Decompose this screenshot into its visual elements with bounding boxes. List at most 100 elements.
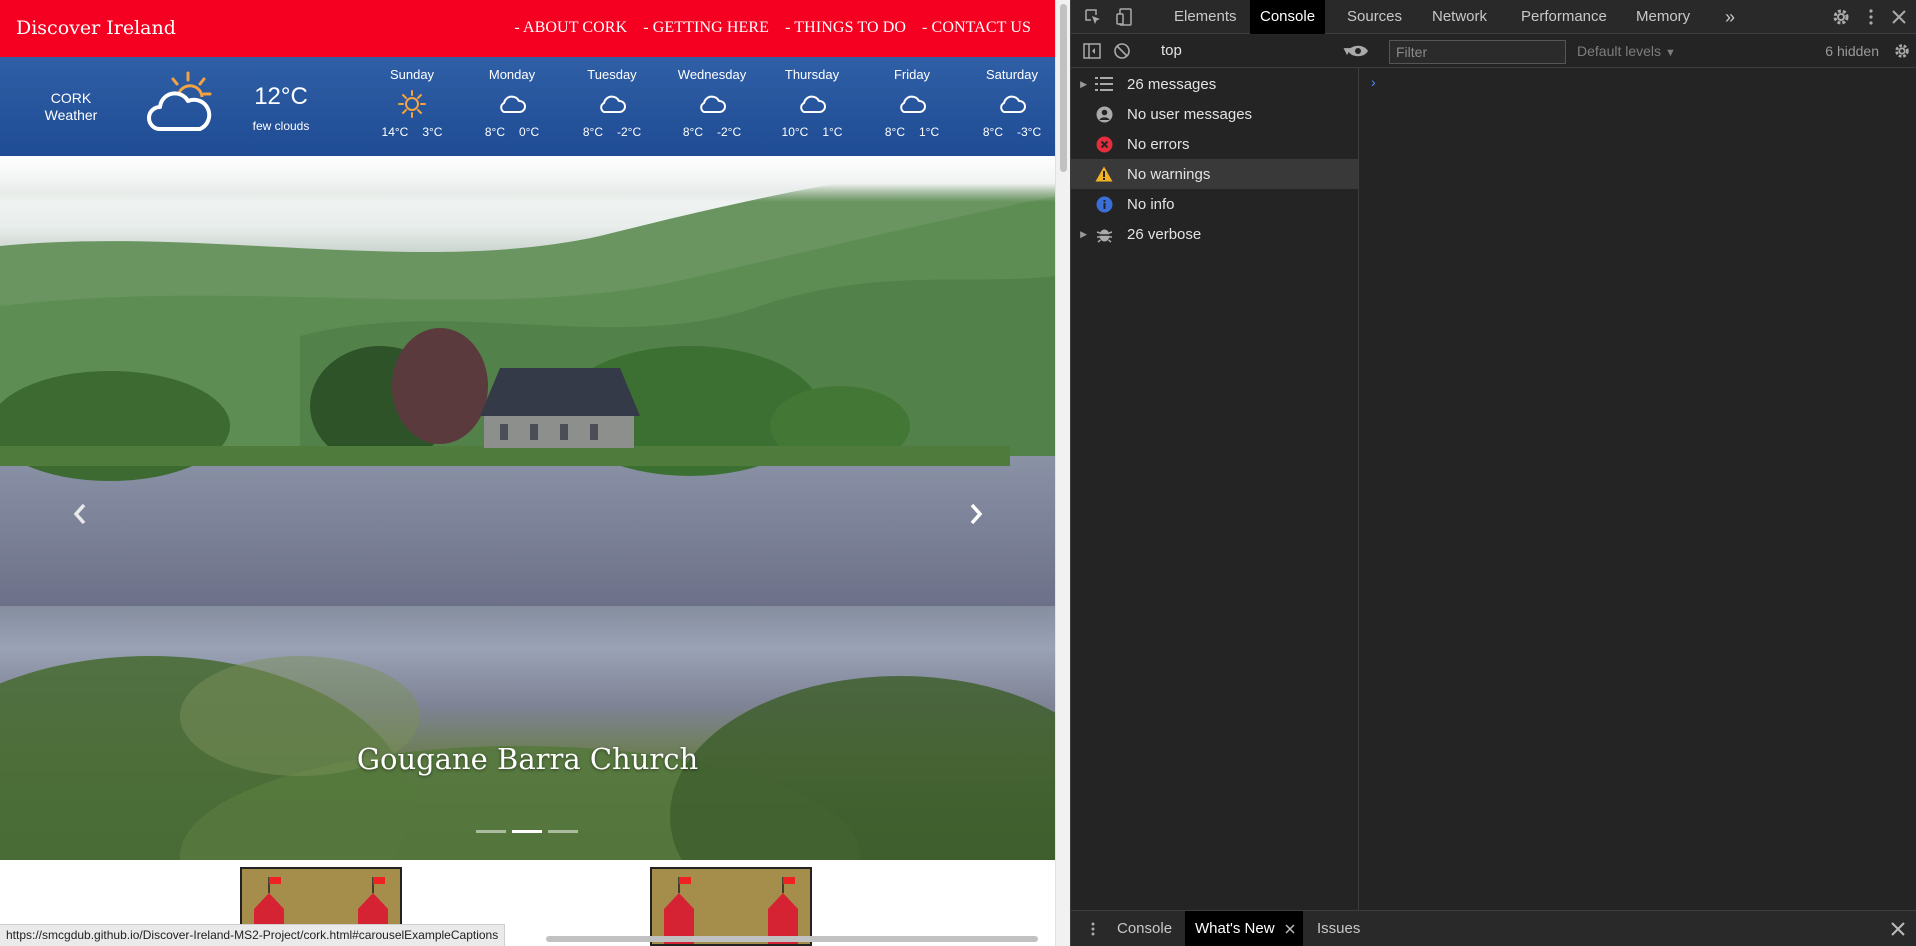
vertical-scrollbar[interactable] — [1055, 0, 1070, 946]
info-icon — [1096, 196, 1112, 212]
scrollbar-thumb[interactable] — [1060, 4, 1067, 172]
dropdown-caret-icon: ▼ — [1664, 47, 1676, 59]
horizontal-scrollbar[interactable] — [546, 936, 1038, 942]
tab-network[interactable]: Network — [1422, 0, 1497, 34]
status-bar-url: https://smcgdub.github.io/Discover-Irela… — [0, 924, 506, 946]
close-tab-icon[interactable] — [1285, 924, 1295, 934]
forecast-day: Sunday 14°C 3°C — [362, 65, 462, 139]
weather-bar: CORK Weather 12°C few clouds Sunday 14°C… — [0, 57, 1055, 156]
cloud-icon — [500, 95, 526, 113]
nav-things-to-do[interactable]: - THINGS TO DO — [785, 19, 906, 37]
cloud-icon — [1000, 95, 1026, 113]
drawer-menu-icon[interactable] — [1085, 921, 1101, 937]
sidebar-item-verbose[interactable]: ▶ 26 verbose — [1071, 219, 1358, 249]
carousel-next-button[interactable] — [956, 494, 996, 534]
weather-forecast: Sunday 14°C 3°C Monday 8°C 0°C Tuesday 8°C… — [362, 65, 1055, 139]
sidebar-item-label: No errors — [1127, 135, 1190, 153]
forecast-day-name: Tuesday — [587, 67, 637, 82]
log-levels-label: Default levels — [1577, 43, 1662, 59]
carousel-caption: Gougane Barra Church — [356, 742, 699, 776]
inspect-element-icon[interactable] — [1083, 7, 1103, 27]
cloud-icon — [700, 95, 726, 113]
forecast-high: 8°C — [982, 125, 1003, 139]
tab-sources[interactable]: Sources — [1337, 0, 1412, 34]
partly-cloudy-icon — [147, 71, 212, 131]
live-expression-eye-icon[interactable] — [1347, 43, 1369, 59]
sidebar-item-messages[interactable]: ▶ 26 messages — [1071, 69, 1358, 99]
sidebar-toggle-icon[interactable] — [1083, 42, 1101, 60]
clear-console-icon[interactable] — [1113, 42, 1131, 60]
tab-console[interactable]: Console — [1250, 0, 1326, 34]
more-options-icon[interactable] — [1861, 7, 1881, 27]
console-filter-input[interactable] — [1389, 40, 1566, 64]
cloud-icon — [900, 95, 926, 113]
error-icon — [1096, 136, 1112, 152]
forecast-day-name: Saturday — [985, 67, 1039, 82]
carousel-indicators — [476, 830, 578, 833]
carousel-indicator-1[interactable] — [476, 830, 506, 833]
forecast-day: Monday 8°C 0°C — [462, 65, 562, 139]
forecast-low: 1°C — [822, 125, 843, 139]
console-sidebar: ▶ 26 messages No user messages No errors… — [1071, 68, 1359, 910]
forecast-high: 8°C — [884, 125, 905, 139]
drawer-tab-whats-new[interactable]: What's New — [1185, 911, 1303, 946]
cloud-icon — [800, 95, 826, 113]
tab-memory[interactable]: Memory — [1626, 0, 1700, 34]
nav-getting-here[interactable]: - GETTING HERE — [643, 19, 769, 37]
chevron-right-icon — [970, 503, 983, 525]
weather-city: CORK — [50, 90, 92, 106]
forecast-high: 14°C — [381, 125, 409, 139]
carousel-prev-button[interactable] — [60, 494, 100, 534]
forecast-high: 8°C — [582, 125, 603, 139]
forecast-day: Thursday 10°C 1°C — [762, 65, 862, 139]
sidebar-item-warnings[interactable]: No warnings — [1071, 159, 1358, 189]
forecast-day-name: Monday — [488, 67, 536, 82]
forecast-day: Friday 8°C 1°C — [862, 65, 962, 139]
close-devtools-icon[interactable] — [1889, 7, 1909, 27]
sidebar-item-label: No warnings — [1127, 165, 1211, 183]
list-icon — [1095, 77, 1113, 91]
sidebar-item-label: 26 verbose — [1127, 225, 1202, 243]
brand-logo[interactable]: Discover Ireland — [16, 17, 176, 39]
cloud-icon — [600, 95, 626, 113]
nav-contact-us[interactable]: - CONTACT US — [922, 19, 1031, 37]
devtools-panel: Elements Console Sources Network Perform… — [1070, 0, 1916, 946]
drawer-tab-console[interactable]: Console — [1107, 911, 1182, 946]
context-selector[interactable]: top ▼ — [1161, 34, 1361, 68]
nav-about-cork[interactable]: - ABOUT CORK — [514, 19, 627, 37]
forecast-low: -2°C — [617, 125, 642, 139]
forecast-low: 1°C — [919, 125, 940, 139]
forecast-day-name: Friday — [893, 67, 931, 82]
device-toolbar-icon[interactable] — [1115, 7, 1135, 27]
sidebar-item-label: No user messages — [1127, 105, 1253, 123]
console-settings-icon[interactable] — [1893, 42, 1911, 60]
sidebar-item-errors[interactable]: No errors — [1071, 129, 1358, 159]
sidebar-item-info[interactable]: No info — [1071, 189, 1358, 219]
sun-icon — [398, 90, 426, 118]
forecast-day: Wednesday 8°C -2°C — [662, 65, 762, 139]
log-levels-dropdown[interactable]: Default levels ▼ — [1577, 34, 1676, 70]
chevron-left-icon — [73, 503, 86, 525]
drawer-tab-issues[interactable]: Issues — [1307, 911, 1370, 946]
carousel-indicator-3[interactable] — [548, 830, 578, 833]
devtools-tabbar: Elements Console Sources Network Perform… — [1071, 0, 1916, 34]
hero-carousel: Gougane Barra Church — [0, 156, 1055, 860]
close-drawer-icon[interactable] — [1891, 922, 1905, 936]
carousel-indicator-2[interactable] — [512, 830, 542, 833]
forecast-low: 0°C — [519, 125, 540, 139]
navbar: Discover Ireland - ABOUT CORK - GETTING … — [0, 0, 1055, 57]
sidebar-item-label: 26 messages — [1127, 75, 1217, 93]
forecast-high: 10°C — [781, 125, 809, 139]
tab-performance[interactable]: Performance — [1511, 0, 1617, 34]
weather-location: CORK Weather — [30, 90, 112, 124]
console-prompt[interactable]: › — [1371, 74, 1376, 90]
weather-current-temp: 12°C — [254, 83, 308, 110]
sidebar-item-user-messages[interactable]: No user messages — [1071, 99, 1358, 129]
weather-description: few clouds — [252, 119, 310, 133]
more-tabs-button[interactable]: » — [1715, 0, 1745, 34]
expand-triangle-icon: ▶ — [1080, 78, 1087, 89]
tab-elements[interactable]: Elements — [1164, 0, 1247, 34]
cork-crest-image — [650, 867, 812, 946]
settings-gear-icon[interactable] — [1831, 7, 1851, 27]
forecast-low: 3°C — [422, 125, 443, 139]
